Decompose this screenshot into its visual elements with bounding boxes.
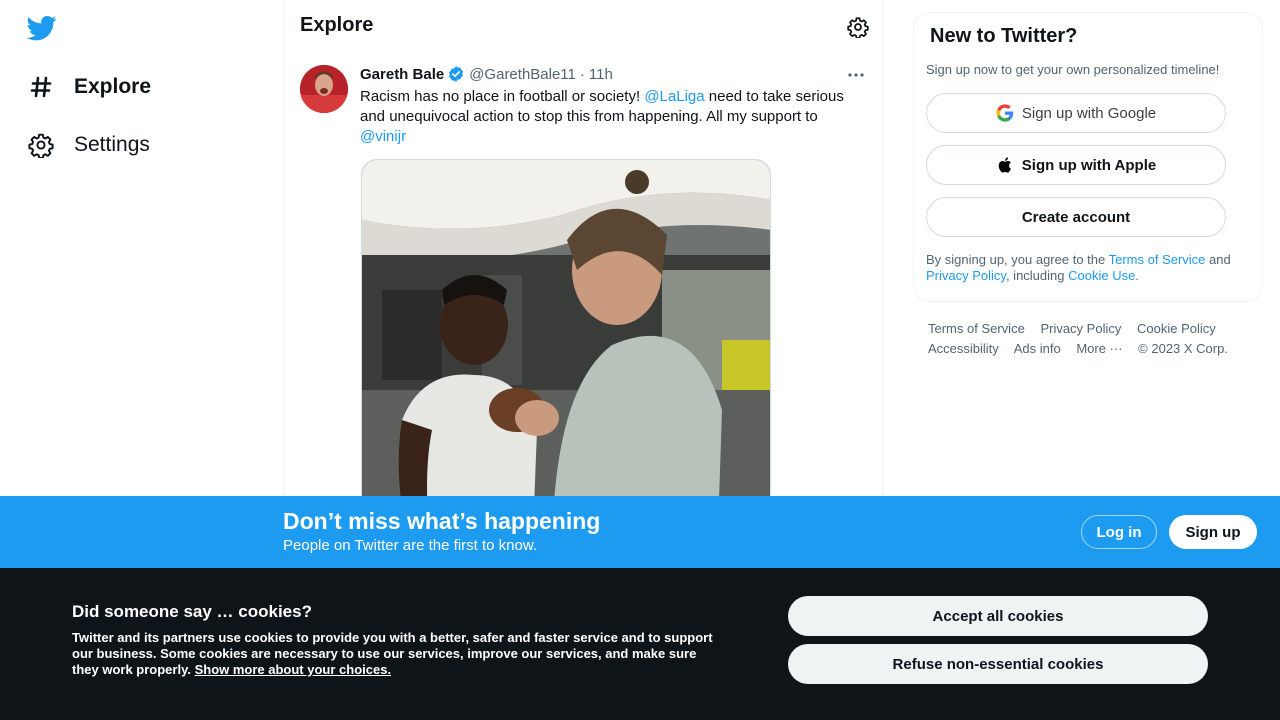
cookie-text-body: Twitter and its partners use cookies to … bbox=[72, 630, 713, 677]
tweet-header: Gareth Bale @GarethBale11 · 11h bbox=[360, 65, 613, 83]
cookie-title: Did someone say … cookies? bbox=[72, 602, 312, 621]
privacy-policy-link[interactable]: Privacy Policy bbox=[926, 268, 1006, 283]
author-handle[interactable]: @GarethBale11 bbox=[469, 66, 576, 83]
copyright-text: © 2023 X Corp. bbox=[1138, 341, 1228, 356]
cookie-use-link[interactable]: Cookie Use bbox=[1068, 268, 1135, 283]
footer-more-link[interactable]: More ··· bbox=[1076, 341, 1122, 356]
signup-card: New to Twitter? Sign up now to get your … bbox=[913, 12, 1263, 302]
legal-text-part: and bbox=[1205, 252, 1231, 267]
avatar[interactable] bbox=[300, 65, 348, 113]
mention-link-laliga[interactable]: @LaLiga bbox=[644, 88, 704, 105]
nav-item-label: Settings bbox=[74, 133, 150, 156]
legal-text-part: By signing up, you agree to the bbox=[926, 252, 1109, 267]
footer-cookie-link[interactable]: Cookie Policy bbox=[1137, 321, 1216, 336]
footer-accessibility-link[interactable]: Accessibility bbox=[928, 341, 999, 356]
gear-icon bbox=[28, 132, 54, 158]
google-button-label: Sign up with Google bbox=[1021, 104, 1157, 122]
explore-settings-gear-icon[interactable] bbox=[847, 16, 869, 39]
footer-links: Terms of Service Privacy Policy Cookie P… bbox=[928, 319, 1248, 359]
separator-dot: · bbox=[579, 65, 585, 83]
apple-icon bbox=[996, 156, 1014, 174]
cookie-description: Twitter and its partners use cookies to … bbox=[72, 630, 722, 678]
google-icon bbox=[996, 104, 1014, 122]
tweet-text: Racism has no place in football or socie… bbox=[360, 87, 860, 147]
legal-text-part: . bbox=[1135, 268, 1139, 283]
tweet-timestamp[interactable]: 11h bbox=[589, 66, 613, 83]
sign-up-button[interactable]: Sign up bbox=[1169, 515, 1257, 549]
banner-title: Don’t miss what’s happening bbox=[283, 508, 601, 534]
show-more-choices-link[interactable]: Show more about your choices. bbox=[195, 662, 391, 677]
signup-banner: Don’t miss what’s happening People on Tw… bbox=[0, 496, 1280, 568]
refuse-non-essential-cookies-button[interactable]: Refuse non-essential cookies bbox=[788, 644, 1208, 684]
footer-ads-info-link[interactable]: Ads info bbox=[1014, 341, 1061, 356]
main-header: Explore bbox=[284, 0, 884, 53]
more-options-icon[interactable] bbox=[846, 67, 866, 83]
sign-up-with-google-button[interactable]: Sign up with Google bbox=[926, 93, 1226, 133]
banner-subtitle: People on Twitter are the first to know. bbox=[283, 537, 538, 554]
footer-privacy-link[interactable]: Privacy Policy bbox=[1040, 321, 1121, 336]
log-in-button[interactable]: Log in bbox=[1081, 515, 1157, 549]
nav-item-settings[interactable]: Settings bbox=[28, 132, 150, 158]
create-account-button[interactable]: Create account bbox=[926, 197, 1226, 237]
nav-item-label: Explore bbox=[74, 75, 152, 98]
apple-button-label: Sign up with Apple bbox=[1021, 156, 1157, 174]
legal-text-part: , including bbox=[1005, 268, 1069, 283]
nav-item-explore[interactable]: Explore bbox=[28, 74, 151, 100]
twitter-bird-logo-icon[interactable] bbox=[26, 13, 58, 43]
hashtag-icon bbox=[28, 74, 54, 100]
signup-card-subtitle: Sign up now to get your own personalized… bbox=[926, 62, 1220, 77]
mention-link-vinijr[interactable]: @vinijr bbox=[360, 128, 406, 145]
page-title: Explore bbox=[300, 14, 374, 36]
accept-all-cookies-button[interactable]: Accept all cookies bbox=[788, 596, 1208, 636]
footer-terms-link[interactable]: Terms of Service bbox=[928, 321, 1025, 336]
create-account-label: Create account bbox=[1021, 208, 1131, 226]
signup-card-title: New to Twitter? bbox=[930, 25, 1078, 47]
cookie-consent-bar: Did someone say … cookies? Twitter and i… bbox=[0, 568, 1280, 720]
sign-up-with-apple-button[interactable]: Sign up with Apple bbox=[926, 145, 1226, 185]
signup-legal-text: By signing up, you agree to the Terms of… bbox=[926, 252, 1244, 284]
author-name[interactable]: Gareth Bale bbox=[360, 66, 444, 83]
terms-of-service-link[interactable]: Terms of Service bbox=[1109, 252, 1206, 267]
verified-badge-icon bbox=[447, 65, 465, 83]
tweet-text-part: Racism has no place in football or socie… bbox=[360, 88, 645, 105]
